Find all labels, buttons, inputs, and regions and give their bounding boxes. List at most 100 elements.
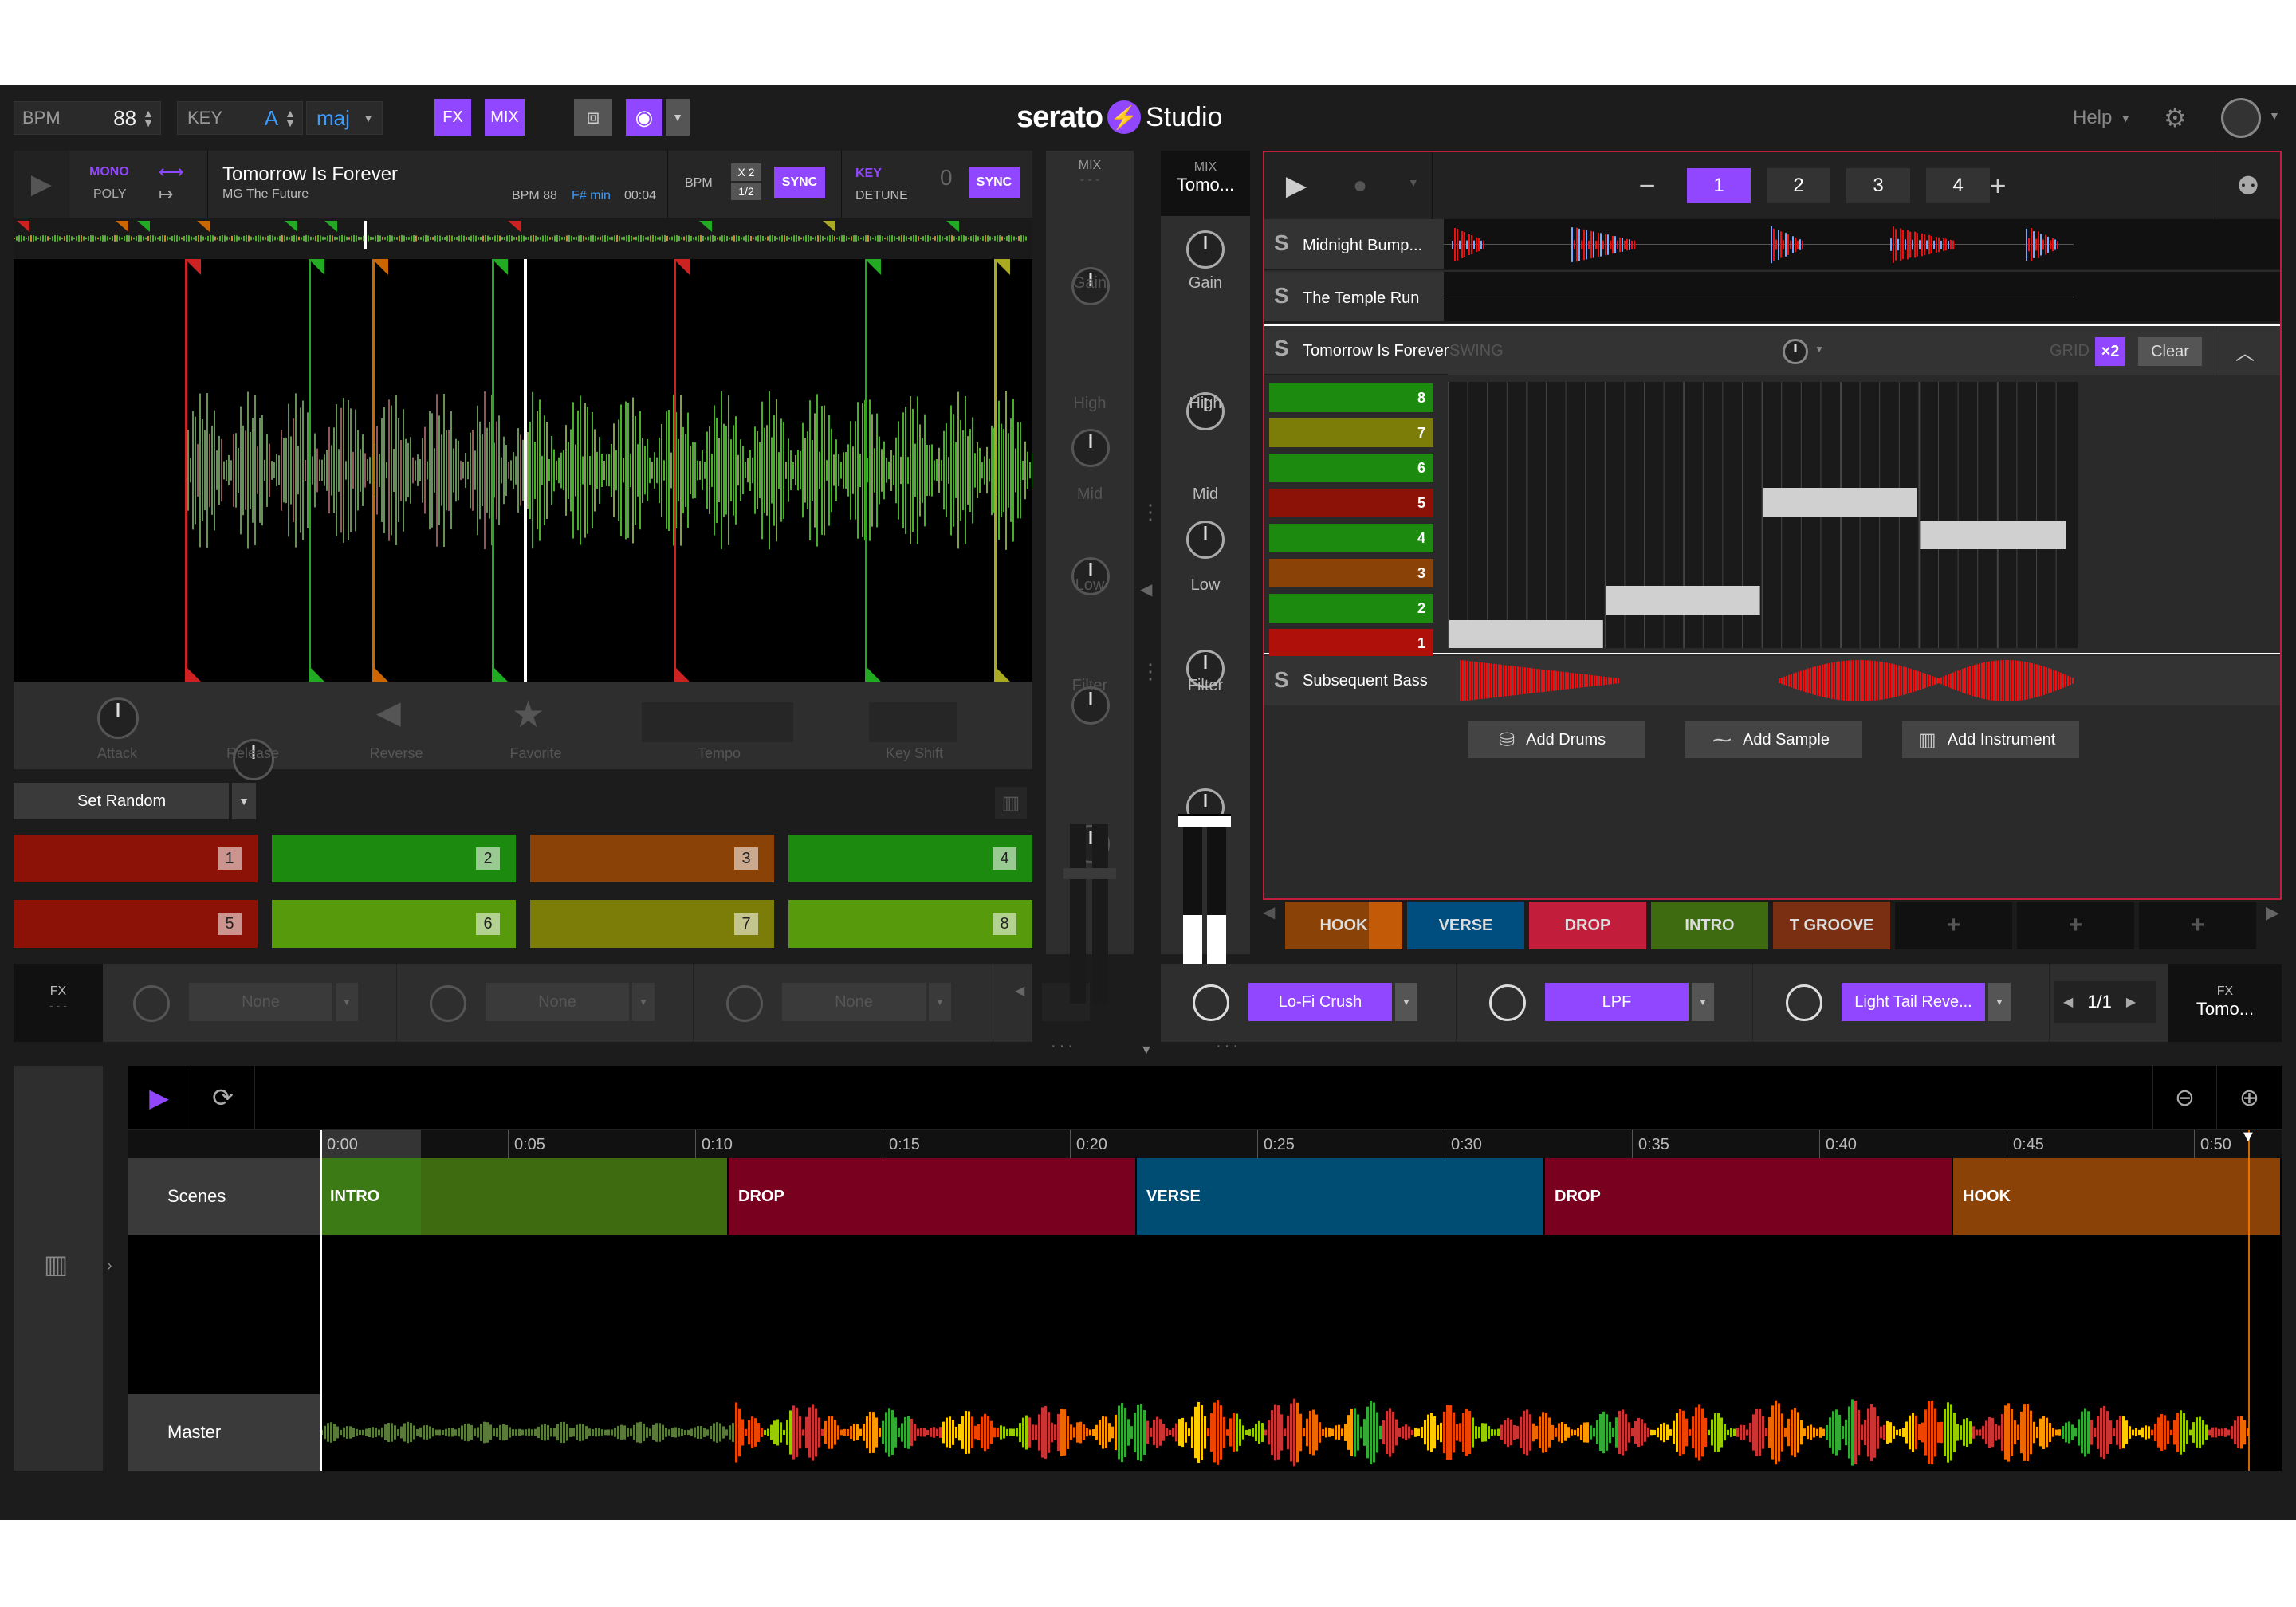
scene-button[interactable]: T GROOVE: [1773, 902, 1890, 949]
drum-row-6[interactable]: 6: [1269, 454, 1433, 482]
zoom-in-button[interactable]: ⊕: [2216, 1066, 2282, 1130]
solo-icon[interactable]: S: [1274, 283, 1289, 308]
bpm-sync-button[interactable]: SYNC: [774, 167, 825, 198]
add-instrument-button[interactable]: ▥ Add Instrument: [1902, 721, 2079, 758]
chevron-down-icon[interactable]: ▼: [1692, 983, 1714, 1021]
drag-handle-icon[interactable]: ⋮: [1140, 659, 1161, 684]
fx-amount-knob[interactable]: [133, 985, 170, 1022]
fx-pager[interactable]: ◀ 1/1 ▶: [2054, 981, 2156, 1023]
quantize-dropdown[interactable]: ▼: [666, 99, 690, 136]
sequencer-play-button[interactable]: ▶: [1264, 152, 1328, 219]
collapse-arrow-icon[interactable]: ◀: [1140, 580, 1152, 599]
track-clip-lane[interactable]: [1444, 219, 2280, 270]
scene-button[interactable]: +: [1895, 902, 2012, 949]
pattern-button-2[interactable]: 2: [1767, 168, 1830, 203]
bpm-double-button[interactable]: X 2: [731, 163, 761, 181]
key-field[interactable]: KEY A ▲ ▼: [177, 101, 303, 135]
mono-toggle[interactable]: MONO: [89, 165, 129, 179]
detune-value[interactable]: 0: [940, 165, 953, 191]
fx-slot-select[interactable]: None: [486, 983, 629, 1021]
quantize-button[interactable]: ◉: [626, 99, 662, 136]
collapse-up-icon[interactable]: ︿: [2235, 337, 2255, 365]
mid-knob-right[interactable]: [1186, 521, 1225, 559]
fx-amount-knob[interactable]: [430, 985, 466, 1022]
drag-handle-icon[interactable]: ⋮: [1140, 500, 1161, 525]
favorite-star-icon[interactable]: ★: [512, 693, 545, 736]
track-row-bass[interactable]: S Subsequent Bass: [1264, 656, 2280, 705]
scene-button[interactable]: VERSE: [1407, 902, 1524, 949]
loop-end-marker[interactable]: [2248, 1130, 2250, 1471]
next-icon[interactable]: ▶: [2126, 994, 2136, 1010]
timeline-play-button[interactable]: ▶: [128, 1066, 191, 1130]
chevron-down-icon[interactable]: ▼: [336, 983, 358, 1021]
drum-row-1[interactable]: 1: [1269, 629, 1433, 658]
library-button[interactable]: ⧈: [574, 99, 612, 136]
add-drums-button[interactable]: ⛁ Add Drums: [1468, 721, 1645, 758]
track-row[interactable]: S The Temple Run: [1264, 272, 1444, 323]
fx-amount-knob[interactable]: [1489, 984, 1526, 1021]
scenes-next-icon[interactable]: ▶: [2266, 902, 2279, 923]
chevron-right-icon[interactable]: ›: [107, 1257, 112, 1275]
fx-left-pager[interactable]: ◀: [1015, 983, 1024, 999]
pattern-button-3[interactable]: 3: [1846, 168, 1910, 203]
high-knob-left[interactable]: [1071, 429, 1110, 467]
clear-button[interactable]: Clear: [2138, 337, 2202, 366]
chevron-down-icon[interactable]: ▼: [1988, 983, 2011, 1021]
master-fader-handle[interactable]: [1178, 814, 1231, 827]
bpm-half-button[interactable]: 1/2: [731, 183, 761, 200]
pad-4[interactable]: 4: [788, 835, 1032, 882]
scene-button[interactable]: +: [2139, 902, 2256, 949]
scene-button[interactable]: +: [2017, 902, 2134, 949]
pattern-button-1[interactable]: 1: [1687, 168, 1751, 203]
track-clip-lane[interactable]: [1444, 272, 2280, 323]
key-shift-field[interactable]: [869, 702, 957, 742]
drag-handle-icon[interactable]: ···: [1051, 1037, 1076, 1055]
scenes-lane[interactable]: INTRODROPVERSEDROPHOOKINTRO: [320, 1158, 2282, 1235]
scene-button[interactable]: INTRO: [1651, 902, 1768, 949]
gain-knob-right[interactable]: [1186, 230, 1225, 269]
swing-knob[interactable]: [1783, 339, 1808, 364]
solo-icon[interactable]: S: [1274, 230, 1289, 256]
chevron-down-icon[interactable]: ▼: [632, 983, 655, 1021]
pad-mode-button[interactable]: ▥: [995, 787, 1027, 819]
fx-slot-select[interactable]: None: [189, 983, 332, 1021]
fx-amount-knob[interactable]: [726, 985, 763, 1022]
bpm-field[interactable]: BPM 88 ▲ ▼: [14, 101, 161, 135]
chevron-down-icon[interactable]: ▼: [1408, 176, 1419, 189]
master-waveform[interactable]: [320, 1394, 2282, 1471]
pad-3[interactable]: 3: [530, 835, 774, 882]
fx-button[interactable]: FX: [434, 99, 471, 136]
pad-7[interactable]: 7: [530, 900, 774, 948]
key-sync-button[interactable]: SYNC: [969, 167, 1020, 198]
end-marker-icon[interactable]: ▼: [2240, 1128, 2256, 1146]
scene-segment[interactable]: DROP: [1545, 1158, 1952, 1235]
piano-roll-grid[interactable]: [1448, 382, 2078, 648]
bpm-stepper-icon[interactable]: ▲ ▼: [143, 108, 154, 128]
fx-slot-select[interactable]: LPF: [1545, 983, 1689, 1021]
drag-handle-icon[interactable]: ···: [1216, 1037, 1241, 1055]
fx-amount-knob[interactable]: [1193, 984, 1229, 1021]
loop-button[interactable]: ⟳: [191, 1066, 255, 1130]
drum-row-2[interactable]: 2: [1269, 594, 1433, 623]
remove-pattern-button[interactable]: −: [1631, 168, 1663, 203]
collapse-down-icon[interactable]: ▼: [1140, 1043, 1153, 1058]
library-toggle-panel[interactable]: ▥: [14, 1066, 103, 1471]
fx-amount-knob[interactable]: [1786, 984, 1822, 1021]
pad-5[interactable]: 5: [14, 900, 258, 948]
drum-row-7[interactable]: 7: [1269, 418, 1433, 447]
gear-icon[interactable]: ⚙: [2164, 103, 2187, 133]
fx-slot-select[interactable]: Lo-Fi Crush: [1248, 983, 1392, 1021]
scene-segment[interactable]: DROP: [729, 1158, 1135, 1235]
key-stepper-icon[interactable]: ▲ ▼: [285, 108, 296, 128]
fx-slot-select[interactable]: None: [782, 983, 926, 1021]
solo-icon[interactable]: S: [1274, 667, 1289, 693]
slip-icon[interactable]: ↦: [159, 184, 173, 205]
playhead[interactable]: [320, 1130, 322, 1471]
attack-knob[interactable]: [97, 697, 139, 739]
drum-row-8[interactable]: 8: [1269, 383, 1433, 412]
pad-2[interactable]: 2: [272, 835, 516, 882]
scene-segment-active[interactable]: INTRO: [320, 1158, 421, 1235]
track-row[interactable]: S Midnight Bump...: [1264, 219, 1444, 270]
drum-row-3[interactable]: 3: [1269, 559, 1433, 587]
chevron-down-icon[interactable]: ▼: [1395, 983, 1417, 1021]
